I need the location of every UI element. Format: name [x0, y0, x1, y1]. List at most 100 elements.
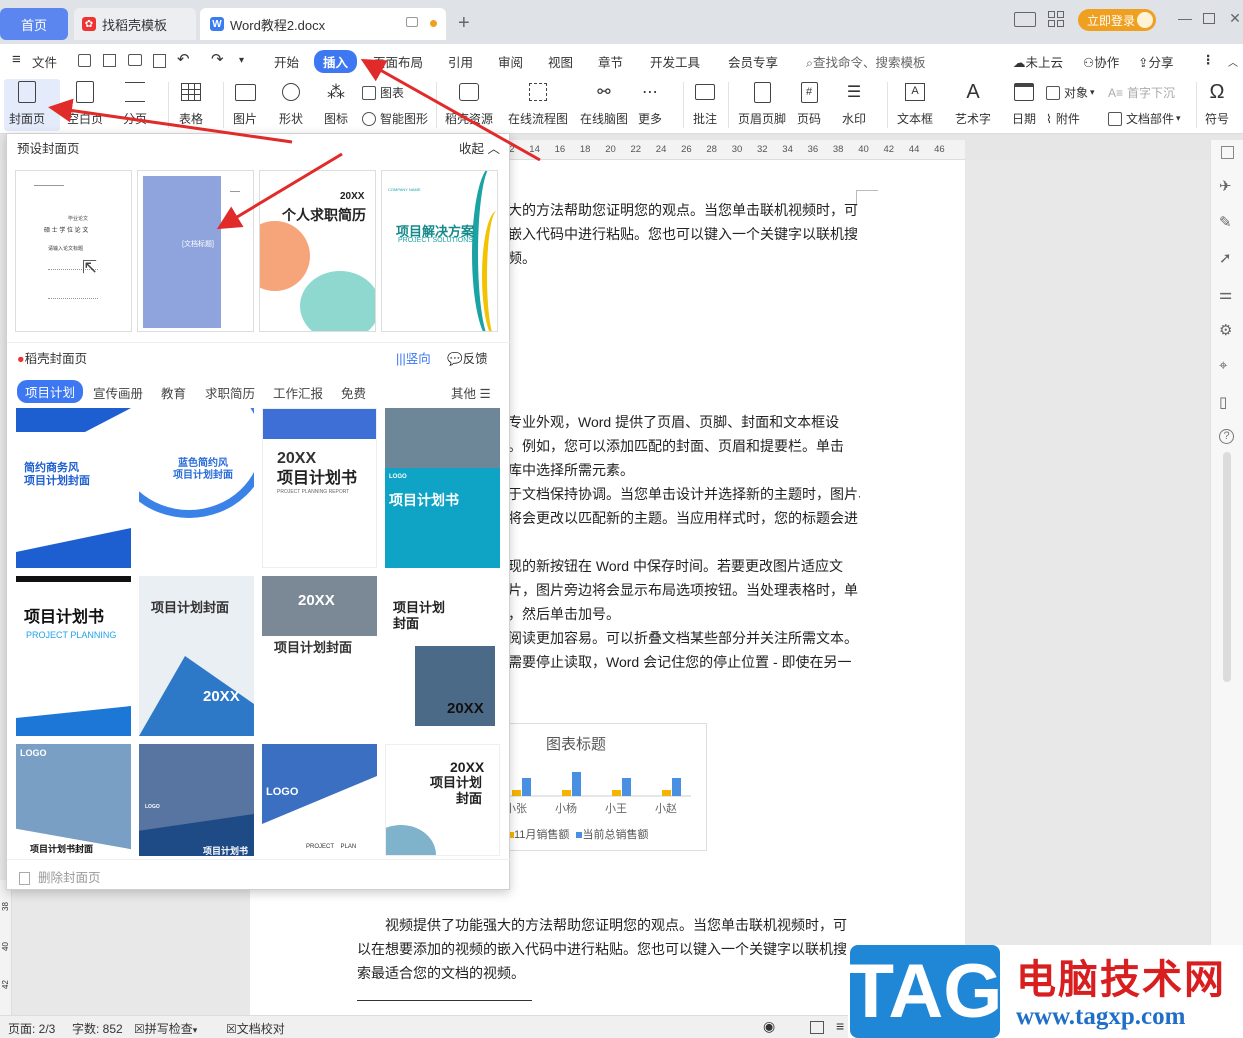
smart-graphic-button[interactable]: 智能图形 — [362, 110, 428, 127]
embedded-chart[interactable]: 图表标题 小张 小杨 小王 小赵 11月销售额 当前总销售额 — [505, 723, 707, 851]
eye-icon[interactable]: ◉ — [763, 1018, 775, 1035]
paragraph-2[interactable]: 专业外观，Word 提供了页眉、页脚、封面和文本框设 。例如，您可以添加匹配的封面… — [508, 410, 860, 530]
menu-file[interactable]: 文件 — [32, 52, 57, 71]
menu-member[interactable]: 会员专享 — [728, 52, 778, 71]
art-text-button[interactable]: A 艺术字 — [955, 80, 991, 127]
menu-insert[interactable]: 插入 — [314, 50, 358, 73]
page-indicator[interactable]: 页面: 2/3 — [8, 1020, 55, 1037]
template-card[interactable]: LOGO 项目计划书 — [139, 744, 254, 856]
category-project-plan[interactable]: 项目计划 — [17, 380, 84, 403]
object-button[interactable]: 对象 ▾ — [1046, 84, 1095, 101]
table-button[interactable]: 表格 — [179, 80, 203, 127]
collab-button[interactable]: ⚇协作 — [1083, 52, 1119, 71]
paragraph-4[interactable]: 视频提供了功能强大的方法帮助您证明您的观点。当您单击联机视频时，可 以在想要添加的… — [357, 913, 862, 985]
chart-button[interactable]: 图表 — [362, 84, 404, 101]
minimize-icon[interactable]: — — [1176, 10, 1194, 28]
export-icon[interactable] — [103, 54, 116, 67]
more-vertical-icon[interactable]: ⋮ — [1202, 52, 1215, 67]
online-mindmap-button[interactable]: ⚯ 在线脑图 — [580, 80, 628, 127]
paragraph-3[interactable]: 现的新按钮在 Word 中保存时间。若要更改图片适应文 片，图片旁边将会显示布局选… — [508, 554, 860, 674]
book-icon[interactable]: ▯ — [1219, 393, 1236, 411]
doc-part-button[interactable]: 文档部件 ▾ — [1108, 110, 1181, 127]
menu-reference[interactable]: 引用 — [448, 52, 473, 71]
attachment-button[interactable]: ⌇ 附件 — [1046, 110, 1080, 127]
tab-home[interactable]: 首页 — [0, 8, 68, 40]
menu-review[interactable]: 审阅 — [498, 52, 523, 71]
save-icon[interactable] — [78, 54, 91, 67]
header-footer-button[interactable]: 页眉页脚 — [738, 80, 786, 127]
ribbon-collapse-icon[interactable]: ︿ — [1228, 54, 1238, 69]
cursor-icon[interactable]: ➚ — [1219, 249, 1236, 267]
category-education[interactable]: 教育 — [161, 383, 186, 402]
preset-cover-resume[interactable]: 20XX 个人求职简历 — [259, 170, 376, 332]
template-card[interactable]: LOGO 项目计划书封面 — [16, 744, 131, 856]
daoke-resource-button[interactable]: 稻壳资源 — [445, 80, 493, 127]
menu-layout[interactable]: 页面布局 — [373, 52, 423, 71]
template-card[interactable]: 项目计划封面 20XX — [139, 576, 254, 736]
cloud-button[interactable]: ☁未上云 — [1013, 52, 1063, 71]
template-card[interactable]: 蓝色简约风 项目计划封面 — [139, 408, 254, 568]
print-icon[interactable] — [128, 54, 142, 66]
blank-page-button[interactable]: 空白页 — [67, 80, 103, 127]
command-search[interactable]: ⌕查找命令、搜索模板 — [806, 52, 926, 71]
preview-icon[interactable] — [153, 54, 166, 68]
location-icon[interactable]: ⌖ — [1219, 357, 1236, 374]
close-icon[interactable]: ✕ — [1226, 10, 1243, 28]
scrollbar-thumb[interactable] — [1223, 452, 1231, 682]
apps-grid-icon[interactable] — [1048, 11, 1064, 27]
preset-cover-solution[interactable]: COMPANY NAME 项目解决方案 PROJECT SOLUTIONS — [381, 170, 498, 332]
category-other[interactable]: 其他 ☰ — [451, 383, 491, 402]
tab-document[interactable]: W Word教程2.docx — [200, 8, 446, 40]
redo-icon[interactable]: ↷ — [211, 50, 224, 68]
proofread-button[interactable]: ☒文档校对 — [226, 1020, 285, 1037]
category-report[interactable]: 工作汇报 — [273, 383, 323, 402]
template-card[interactable]: 简约商务风 项目计划封面 — [16, 408, 131, 568]
tab-template[interactable]: ✿ 找稻壳模板 — [74, 8, 196, 40]
icon-button[interactable]: ⁂ 图标 — [324, 80, 348, 127]
new-tab-icon[interactable]: + — [458, 12, 470, 35]
template-card[interactable]: 项目计划书 PROJECT PLANNING — [16, 576, 131, 736]
collapse-button[interactable]: 收起 ︿ — [459, 138, 500, 157]
page-break-button[interactable]: 分页 — [123, 80, 147, 127]
word-count[interactable]: 字数: 852 — [72, 1020, 123, 1037]
online-flowchart-button[interactable]: 在线流程图 — [508, 80, 568, 127]
outline-view-icon[interactable]: ≡ — [836, 1018, 844, 1034]
pen-icon[interactable]: ✎ — [1219, 213, 1236, 231]
screen-icon[interactable] — [406, 17, 418, 27]
hamburger-icon[interactable]: ≡ — [12, 51, 21, 68]
login-button[interactable]: 立即登录 — [1078, 9, 1156, 31]
menu-devtools[interactable]: 开发工具 — [650, 52, 700, 71]
symbol-button[interactable]: Ω 符号 — [1205, 80, 1229, 127]
more-button[interactable]: ⋯ 更多 — [638, 80, 662, 127]
comment-button[interactable]: 批注 — [693, 80, 717, 127]
help-icon[interactable]: ? — [1219, 429, 1234, 444]
image-settings-icon[interactable]: ⚙ — [1219, 321, 1236, 339]
watermark-button[interactable]: ☰ 水印 — [842, 80, 866, 127]
date-button[interactable]: 日期 — [1012, 80, 1036, 127]
template-card[interactable]: LOGO 项目计划书 — [385, 408, 500, 568]
template-card[interactable]: 20XX 项目计划 封面 — [385, 744, 500, 856]
page-number-button[interactable]: # 页码 — [797, 80, 821, 127]
preset-cover-blue[interactable]: [文档标题] — [137, 170, 254, 332]
vertical-toggle[interactable]: |||竖向 — [396, 348, 431, 367]
spell-check-button[interactable]: ☒拼写检查▾ — [134, 1020, 197, 1037]
template-card[interactable]: 项目计划 封面 20XX — [385, 576, 500, 736]
undo-icon[interactable]: ↶ — [177, 50, 190, 68]
menu-chapter[interactable]: 章节 — [598, 52, 623, 71]
layout-icon[interactable] — [1014, 12, 1036, 27]
template-card[interactable]: 20XX 项目计划封面 — [262, 576, 377, 736]
picture-button[interactable]: 图片 — [233, 80, 257, 127]
share-button[interactable]: ⇪分享 — [1138, 52, 1174, 71]
category-free[interactable]: 免费 — [341, 383, 366, 402]
maximize-icon[interactable] — [1203, 13, 1215, 24]
panel-toggle-icon[interactable] — [1221, 146, 1234, 159]
category-resume[interactable]: 求职简历 — [205, 383, 255, 402]
category-brochure[interactable]: 宣传画册 — [93, 383, 143, 402]
feedback-button[interactable]: 💬反馈 — [447, 348, 488, 367]
delete-cover-button[interactable]: 删除封面页 — [19, 867, 101, 886]
menu-view[interactable]: 视图 — [548, 52, 573, 71]
rocket-icon[interactable]: ✈ — [1219, 177, 1236, 195]
template-card[interactable]: 20XX 项目计划书 PROJECT PLANNING REPORT — [262, 408, 377, 568]
page-view-icon[interactable] — [810, 1021, 824, 1034]
menu-start[interactable]: 开始 — [274, 52, 299, 71]
